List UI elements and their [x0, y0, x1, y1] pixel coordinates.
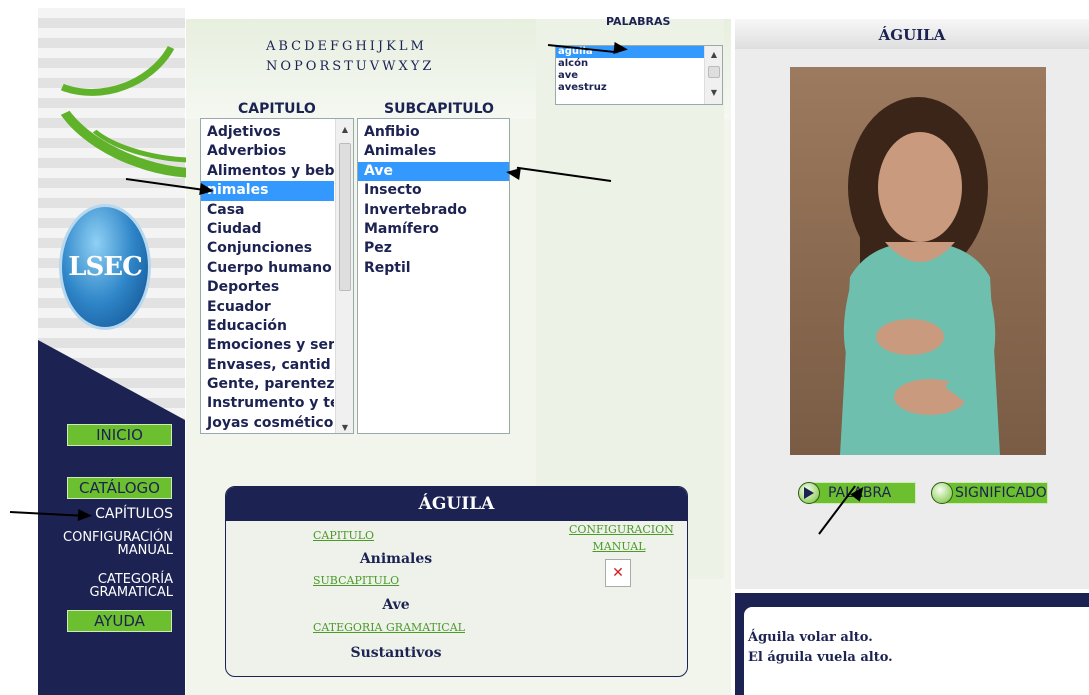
categoria-gramatical-link[interactable]: CATEGORIA GRAMATICAL — [313, 621, 465, 634]
sentence-line-2: El águila vuela alto. — [748, 650, 893, 665]
scroll-down-icon[interactable]: ▼ — [705, 88, 722, 98]
capitulo-link[interactable]: CAPITULO — [313, 529, 374, 542]
lsec-logo: LSEC — [59, 204, 151, 330]
sentence-line-1: Águila volar alto. — [748, 630, 873, 645]
list-item[interactable]: Ciudad — [201, 220, 334, 239]
subcapitulo-link[interactable]: SUBCAPITULO — [313, 574, 399, 587]
list-item[interactable]: ave — [556, 70, 704, 82]
subchapter-list[interactable]: Anfibio Animales Ave Insecto Invertebrado Mam… — [357, 118, 510, 434]
list-item[interactable]: Adjetivos — [201, 123, 334, 142]
configuracion-line1: CONFIGURACION — [569, 523, 674, 536]
list-item[interactable]: Conjunciones — [201, 239, 334, 258]
nav-configuracion-line2: MANUAL — [117, 543, 174, 558]
annotation-arrow-head — [613, 42, 629, 56]
sign-language-video[interactable] — [790, 67, 1046, 455]
capitulo-value: Animales — [359, 551, 433, 567]
list-item[interactable]: Emociones y ser — [201, 336, 334, 355]
list-item[interactable]: Animales — [358, 142, 509, 161]
chapter-scrollbar[interactable]: ▲ ▼ — [335, 119, 353, 433]
nav-categoria-line2: GRAMATICAL — [89, 585, 173, 600]
configuracion-manual-link[interactable]: CONFIGURACION MANUAL — [569, 521, 674, 555]
words-list[interactable]: águila alcón ave avestruz ▲ ▼ — [555, 45, 723, 105]
chapter-header: CAPITULO — [238, 101, 316, 117]
list-item[interactable]: Invertebrado — [358, 201, 509, 220]
list-item[interactable]: Insecto — [358, 181, 509, 200]
scroll-down-icon[interactable]: ▼ — [336, 423, 353, 433]
significado-button[interactable]: SIGNIFICADO — [931, 482, 1048, 504]
annotation-arrow-head — [505, 166, 521, 180]
play-triangle-icon — [804, 487, 814, 499]
alphabet-row-1[interactable]: ABCDEFGHIJKLM — [266, 39, 427, 54]
categoria-value: Sustantivos — [350, 645, 442, 661]
list-item[interactable]: Mamífero — [358, 220, 509, 239]
list-item[interactable]: avestruz — [556, 82, 704, 94]
chapter-list[interactable]: Adjetivos Adverbios Alimentos y beb nimales… — [200, 118, 354, 434]
list-item[interactable]: Ave — [358, 161, 509, 182]
video-title: ÁGUILA — [878, 26, 946, 44]
nav-categoria-gramatical[interactable]: CATEGORÍA GRAMATICAL — [45, 573, 173, 599]
nav-configuracion-manual[interactable]: CONFIGURACIÓN MANUAL — [45, 531, 173, 557]
list-item[interactable]: alcón — [556, 58, 704, 70]
list-item[interactable]: Gente, parentez — [201, 375, 334, 394]
list-item[interactable]: Educación — [201, 317, 334, 336]
inicio-button[interactable]: INICIO — [67, 424, 172, 446]
subcapitulo-value: Ave — [382, 597, 410, 613]
words-header: PALABRAS — [606, 15, 671, 28]
scroll-thumb[interactable] — [708, 66, 720, 78]
list-item[interactable]: Reptil — [358, 259, 509, 278]
logo-text: LSEC — [68, 252, 143, 282]
example-sentences: Águila volar alto. El águila vuela alto. — [744, 607, 1089, 695]
list-item[interactable]: nimales — [201, 181, 334, 201]
words-scrollbar[interactable]: ▲ ▼ — [704, 46, 722, 104]
list-item[interactable]: Envases, cantid — [201, 356, 334, 375]
list-item[interactable]: Alimentos y beb — [201, 162, 334, 181]
list-item[interactable]: Instrumento y te — [201, 394, 334, 413]
word-info-box: ÁGUILA CAPITULO Animales SUBCAPITULO Ave… — [225, 486, 688, 677]
ayuda-button[interactable]: AYUDA — [67, 610, 172, 632]
significado-button-label: SIGNIFICADO — [955, 485, 1047, 501]
list-item[interactable]: Anfibio — [358, 123, 509, 142]
info-title: ÁGUILA — [226, 487, 687, 521]
annotation-arrow-head — [199, 183, 215, 197]
list-item[interactable]: Ecuador — [201, 298, 334, 317]
alphabet-row-2[interactable]: NOPORSTUVWXYZ — [266, 59, 434, 74]
significado-icon — [931, 482, 953, 504]
scroll-thumb[interactable] — [339, 143, 351, 291]
broken-image-icon: ✕ — [605, 559, 631, 587]
annotation-arrow-head — [77, 509, 93, 522]
scroll-up-icon[interactable]: ▲ — [336, 125, 353, 135]
list-item[interactable]: Pez — [358, 239, 509, 258]
list-item[interactable]: Casa — [201, 201, 334, 220]
video-frame — [840, 97, 1000, 455]
list-item[interactable]: Joyas cosmético — [201, 414, 334, 433]
scroll-up-icon[interactable]: ▲ — [705, 50, 722, 60]
configuracion-line2: MANUAL — [592, 540, 646, 553]
subchapter-header: SUBCAPITULO — [384, 101, 494, 117]
list-item[interactable]: Adverbios — [201, 142, 334, 161]
list-item[interactable]: Cuerpo humano — [201, 259, 334, 278]
catalogo-button[interactable]: CATÁLOGO — [67, 477, 172, 499]
list-item[interactable]: Deportes — [201, 278, 334, 297]
